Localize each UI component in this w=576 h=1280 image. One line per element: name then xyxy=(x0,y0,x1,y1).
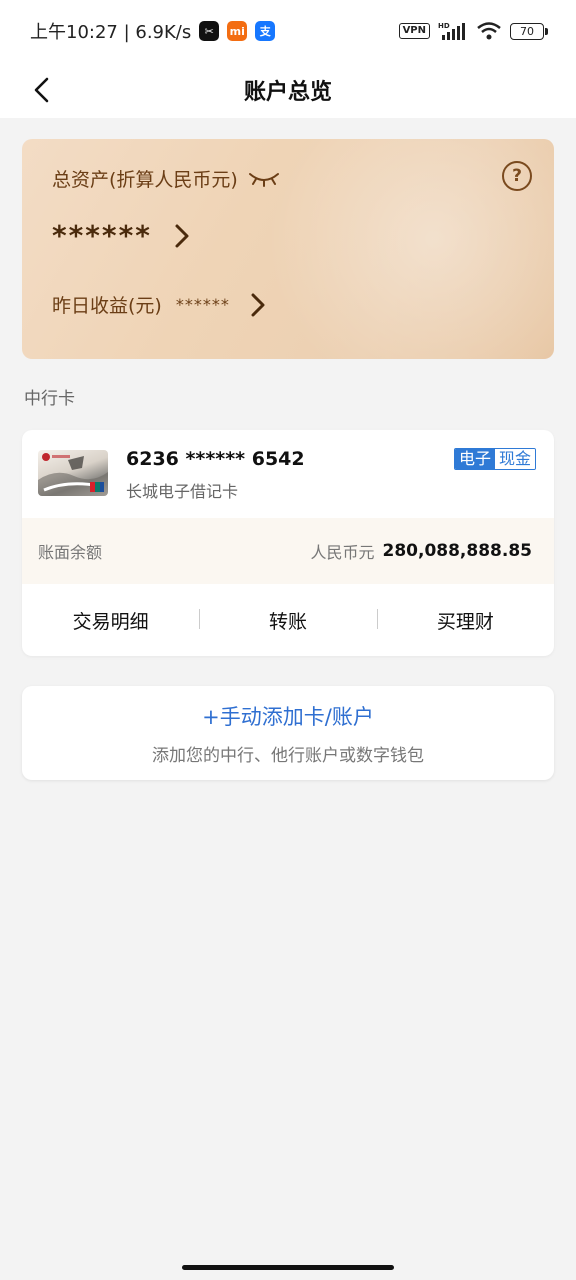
currency-label: 人民币元 xyxy=(310,543,375,562)
status-right: VPN HD 70 xyxy=(398,21,548,41)
xiaomi-icon: mi xyxy=(227,21,248,41)
help-button[interactable]: ? xyxy=(502,161,532,191)
card-number: 6236 ****** 6542 xyxy=(126,448,305,470)
status-bar: 上午10:27 | 6.9K/s ✂ mi 支 VPN HD 70 xyxy=(0,0,576,62)
home-indicator[interactable] xyxy=(182,1265,394,1270)
status-left: 上午10:27 | 6.9K/s ✂ mi 支 xyxy=(30,18,276,44)
page-title: 账户总览 xyxy=(243,80,332,105)
add-account-title: +手动添加卡/账户 xyxy=(202,704,374,729)
status-time-speed: 上午10:27 | 6.9K/s xyxy=(30,22,192,43)
signal-icon: HD xyxy=(438,22,465,40)
header: 账户总览 xyxy=(0,62,576,118)
wifi-icon xyxy=(477,22,501,40)
battery-icon: 70 xyxy=(510,22,548,40)
total-assets-label-row: 总资产(折算人民币元) xyxy=(52,165,280,192)
back-button[interactable] xyxy=(22,70,62,110)
question-icon: ? xyxy=(512,166,522,186)
balance-amount: 280,088,888.85 xyxy=(382,541,533,561)
card-type: 长城电子借记卡 xyxy=(126,482,239,501)
buy-wealth-button[interactable]: 买理财 xyxy=(376,607,554,634)
total-assets-value-row[interactable]: ****** xyxy=(52,219,190,252)
yesterday-earnings-label: 昨日收益(元) xyxy=(52,295,162,317)
add-account-button[interactable]: +手动添加卡/账户 添加您的中行、他行账户或数字钱包 xyxy=(22,686,554,780)
ecash-tag-left: 电子 xyxy=(454,449,495,469)
transfer-button[interactable]: 转账 xyxy=(199,607,376,634)
capcut-icon: ✂ xyxy=(199,21,220,41)
card-thumbnail xyxy=(38,450,108,496)
section-title: 中行卡 xyxy=(24,389,75,409)
alipay-icon: 支 xyxy=(255,21,276,41)
chevron-right-icon xyxy=(175,224,189,247)
great-wall-card-image xyxy=(38,453,108,496)
balance-value-group: 人民币元 280,088,888.85 xyxy=(310,539,532,563)
total-assets-card: 总资产(折算人民币元) ? ****** 昨日收益(元) ****** xyxy=(22,139,554,359)
balance-row: 账面余额 人民币元 280,088,888.85 xyxy=(22,518,554,584)
chevron-right-icon xyxy=(251,293,265,316)
ecash-tag-right: 现金 xyxy=(494,449,535,469)
yesterday-earnings-row[interactable]: 昨日收益(元) ****** xyxy=(52,291,266,318)
card-actions: 交易明细 转账 买理财 xyxy=(22,584,554,656)
vpn-badge: VPN xyxy=(398,23,430,39)
chevron-left-icon xyxy=(34,77,49,103)
total-assets-value: ****** xyxy=(52,219,152,252)
balance-label: 账面余额 xyxy=(38,543,103,562)
eye-closed-icon[interactable] xyxy=(248,170,280,188)
hd-label: HD xyxy=(438,22,450,30)
add-account-subtitle: 添加您的中行、他行账户或数字钱包 xyxy=(152,745,424,766)
yesterday-earnings-value: ****** xyxy=(175,295,230,314)
total-assets-label: 总资产(折算人民币元) xyxy=(52,169,238,191)
transaction-details-button[interactable]: 交易明细 xyxy=(22,607,199,634)
bank-card[interactable]: 6236 ****** 6542 长城电子借记卡 电子 现金 账面余额 人民币元… xyxy=(22,430,554,656)
ecash-tag: 电子 现金 xyxy=(453,448,536,470)
